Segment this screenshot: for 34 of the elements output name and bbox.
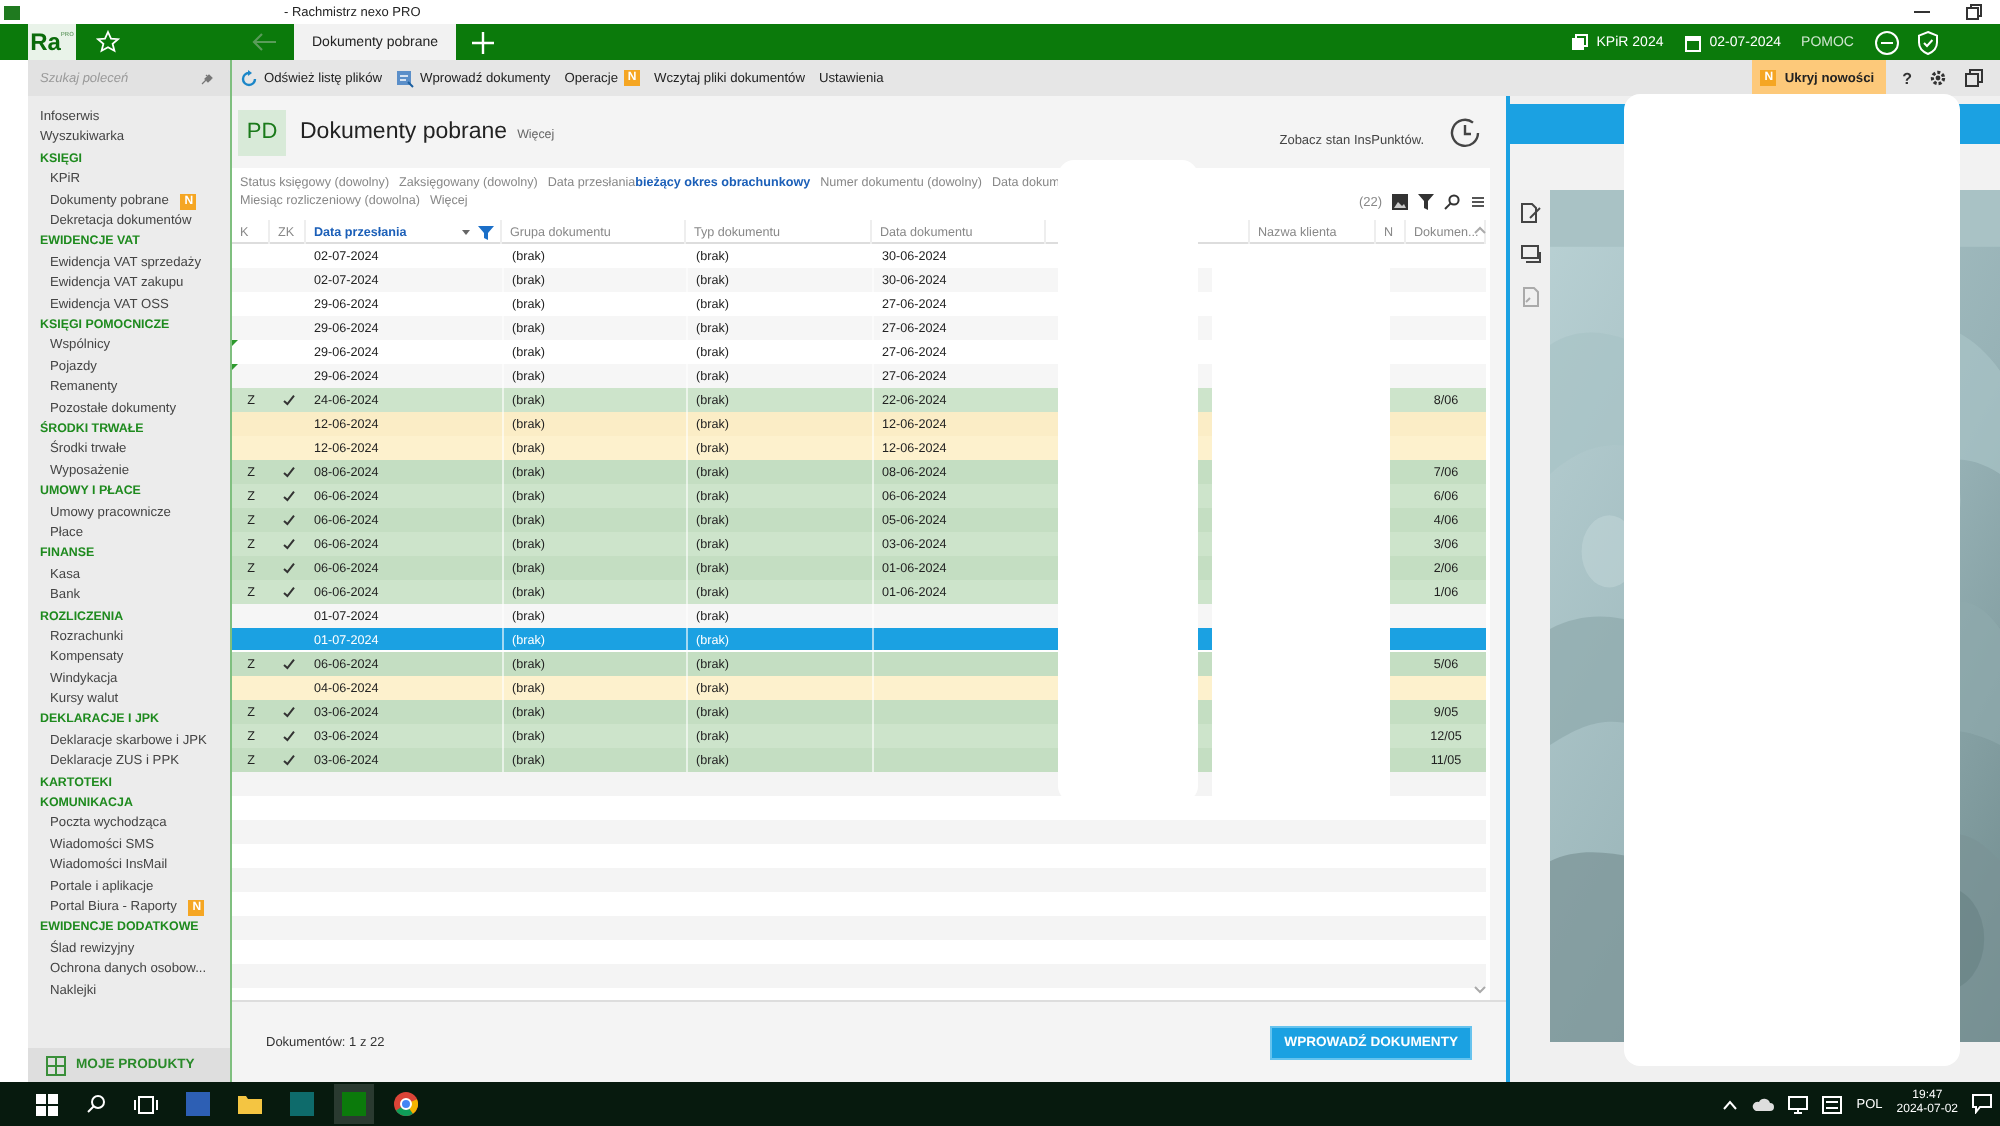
filter-icon[interactable] — [1418, 194, 1434, 210]
star-icon[interactable] — [96, 30, 120, 54]
page-title: Dokumenty pobrane — [300, 120, 508, 144]
image-icon[interactable] — [1392, 194, 1408, 210]
chevron-up-icon[interactable] — [1722, 1099, 1739, 1109]
help-button[interactable]: ? — [1902, 69, 1912, 87]
refresh-icon — [240, 69, 258, 87]
calendar-icon — [1683, 33, 1702, 51]
task-view-icon[interactable] — [134, 1095, 158, 1113]
pin-icon[interactable] — [200, 71, 214, 85]
document-import-icon — [396, 69, 414, 87]
comment-icon[interactable] — [1519, 244, 1541, 266]
folder-icon[interactable] — [238, 1094, 262, 1114]
shield-icon[interactable] — [1916, 29, 1940, 55]
cloud-icon[interactable] — [1752, 1096, 1775, 1112]
clock-icon[interactable] — [1448, 115, 1482, 149]
restore-icon[interactable] — [1964, 68, 1984, 88]
search-icon[interactable] — [86, 1094, 106, 1114]
app-icon — [4, 5, 20, 19]
edit-document-icon[interactable] — [1519, 202, 1541, 224]
keyboard-icon[interactable] — [1822, 1095, 1843, 1113]
menu-icon[interactable] — [1470, 194, 1486, 210]
windows-start-icon[interactable] — [36, 1093, 58, 1115]
monitor-icon[interactable] — [1788, 1095, 1809, 1113]
book-icon — [1570, 33, 1589, 51]
settings-icon[interactable] — [1928, 68, 1948, 88]
module-badge: PD — [238, 109, 286, 155]
grid-plus-icon — [46, 1055, 66, 1075]
browser-icon[interactable] — [394, 1092, 418, 1116]
search-icon[interactable] — [1444, 194, 1460, 210]
plus-icon[interactable] — [472, 31, 495, 53]
restore-icon[interactable] — [1964, 2, 1984, 22]
notification-icon[interactable] — [1972, 1094, 1992, 1114]
sort-filter-icon[interactable] — [462, 225, 494, 239]
